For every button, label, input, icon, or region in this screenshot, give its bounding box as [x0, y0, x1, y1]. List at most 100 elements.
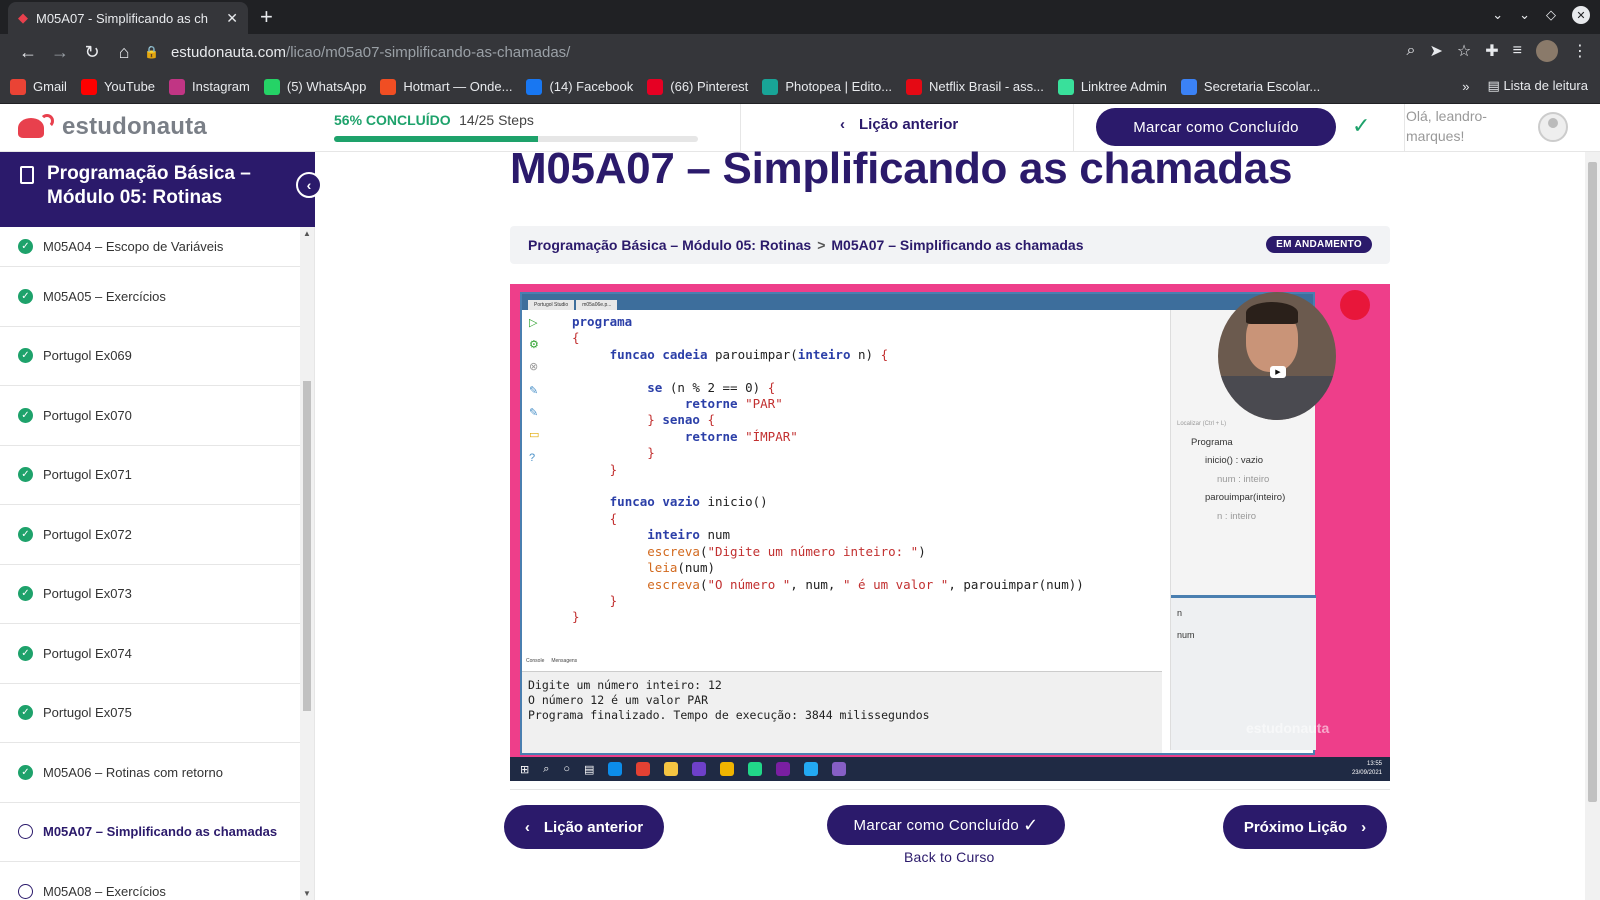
- header-mark-complete-button[interactable]: Marcar como Concluído: [1096, 108, 1336, 146]
- bookmark-star-icon[interactable]: ☆: [1457, 41, 1471, 61]
- profile-avatar[interactable]: [1536, 40, 1558, 62]
- lesson-video[interactable]: Portugol Studio m05a06e.p... ▷ ⚙ ⊗ ✎ ✎ ▭…: [510, 284, 1390, 781]
- sidebar-lesson-item[interactable]: ✓ Portugol Ex069: [0, 327, 300, 386]
- sidebar-lesson-item[interactable]: ✓ Portugol Ex073: [0, 565, 300, 624]
- sidebar-lesson-item[interactable]: ✓ Portugol Ex075: [0, 684, 300, 743]
- mark-complete-label: Marcar como Concluído: [853, 816, 1020, 834]
- sidebar-scroll-thumb[interactable]: [303, 381, 311, 711]
- run-icon: ▷: [529, 317, 538, 329]
- close-window-icon[interactable]: ✕: [1572, 6, 1590, 24]
- back-arrow-icon[interactable]: ←: [12, 42, 44, 63]
- extensions-icon[interactable]: ✚: [1485, 41, 1498, 61]
- progress-bar: [334, 136, 698, 142]
- user-greeting: Olá, leandro-marques!: [1406, 108, 1487, 144]
- user-avatar[interactable]: [1538, 112, 1568, 142]
- bookmark-item[interactable]: (14) Facebook: [526, 78, 633, 95]
- sidebar-scrollbar[interactable]: ▲ ▼: [300, 227, 314, 900]
- tab-search-icon[interactable]: ⌄: [1492, 7, 1503, 23]
- sidebar-lesson-label: M05A07 – Simplificando as chamadas: [43, 824, 278, 840]
- reload-icon[interactable]: ↻: [76, 42, 108, 63]
- page-scroll-thumb[interactable]: [1588, 162, 1597, 802]
- mark-complete-button[interactable]: Marcar como Concluído ✓: [827, 805, 1065, 845]
- chevron-right-icon: ›: [1361, 818, 1367, 836]
- bookmark-item[interactable]: Linktree Admin: [1057, 78, 1167, 95]
- bookmark-item[interactable]: (66) Pinterest: [647, 78, 749, 95]
- bookmark-favicon-icon: [380, 78, 397, 95]
- vscode-icon: [804, 762, 819, 776]
- breadcrumb-lesson: M05A07 – Simplificando as chamadas: [831, 237, 1084, 253]
- browser-tab[interactable]: ◆ M05A07 - Simplificando as ch ✕: [8, 2, 248, 34]
- bookmark-item[interactable]: (5) WhatsApp: [263, 78, 366, 95]
- breadcrumb-separator: >: [817, 237, 826, 253]
- sidebar-lesson-item[interactable]: M05A08 – Exercícios: [0, 862, 300, 900]
- bookmark-favicon-icon: [169, 78, 186, 95]
- console-output: Digite um número inteiro: 12 O número 12…: [522, 671, 1162, 753]
- sidebar-lesson-item[interactable]: ✓ M05A05 – Exercícios: [0, 267, 300, 327]
- minimize-icon[interactable]: ⌄: [1519, 7, 1530, 23]
- var-num: num: [1177, 630, 1195, 640]
- sidebar-lesson-item[interactable]: ✓ Portugol Ex071: [0, 446, 300, 505]
- home-icon[interactable]: ⌂: [108, 42, 140, 63]
- logo-mark-icon: [18, 112, 62, 142]
- sidebar-lesson-item[interactable]: M05A07 – Simplificando as chamadas: [0, 803, 300, 862]
- sidebar-lesson-item[interactable]: ✓ Portugol Ex072: [0, 505, 300, 565]
- sidebar-lesson-label: M05A05 – Exercícios: [43, 288, 166, 304]
- bookmark-item[interactable]: Secretaria Escolar...: [1180, 78, 1320, 95]
- sidebar-lesson-item[interactable]: ✓ Portugol Ex074: [0, 624, 300, 684]
- completed-check-icon: ✓: [18, 586, 33, 602]
- completed-check-icon: ✓: [18, 526, 33, 542]
- bookmark-item[interactable]: Photopea | Edito...: [762, 78, 892, 95]
- media-icon[interactable]: ≡: [1513, 42, 1522, 60]
- zoom-icon[interactable]: ⌕: [1407, 42, 1416, 60]
- edge-icon: [608, 762, 623, 776]
- tree-program: Programa: [1191, 436, 1233, 448]
- bookmark-label: (66) Pinterest: [670, 79, 749, 94]
- explorer-icon: [664, 762, 679, 776]
- scroll-up-icon[interactable]: ▲: [303, 229, 311, 238]
- url-path: /licao/m05a07-simplificando-as-chamadas/: [286, 43, 571, 61]
- sidebar-lesson-label: Portugol Ex069: [43, 348, 132, 364]
- bookmark-favicon-icon: [263, 78, 280, 95]
- restore-icon[interactable]: ◇: [1546, 7, 1556, 23]
- page-scrollbar[interactable]: [1585, 152, 1600, 900]
- incomplete-circle-icon: [18, 883, 33, 899]
- breadcrumb-course[interactable]: Programação Básica – Módulo 05: Rotinas: [528, 237, 811, 253]
- scroll-down-icon[interactable]: ▼: [303, 889, 311, 898]
- more-bookmarks-icon[interactable]: »: [1462, 79, 1469, 94]
- bookmark-favicon-icon: [762, 78, 779, 95]
- address-bar[interactable]: 🔒 estudonauta.com/licao/m05a07-simplific…: [144, 38, 1374, 66]
- sidebar-lesson-item[interactable]: ✓ Portugol Ex070: [0, 386, 300, 446]
- bookmark-item[interactable]: Gmail: [10, 78, 67, 95]
- ide-screenshot: Portugol Studio m05a06e.p... ▷ ⚙ ⊗ ✎ ✎ ▭…: [520, 292, 1316, 755]
- bookmarks-right: » ▤ Lista de leitura: [1462, 78, 1588, 94]
- bookmark-label: Netflix Brasil - ass...: [929, 79, 1044, 94]
- bookmark-item[interactable]: YouTube: [80, 78, 155, 95]
- menu-icon[interactable]: ⋮: [1572, 41, 1588, 61]
- youtube-icon: ▶: [1270, 366, 1286, 378]
- estudonauta-logo[interactable]: estudonauta: [18, 112, 207, 142]
- bookmark-item[interactable]: Netflix Brasil - ass...: [906, 78, 1044, 95]
- sidebar-lesson-item[interactable]: ✓ M05A04 – Escopo de Variáveis: [0, 227, 300, 267]
- close-tab-icon[interactable]: ✕: [226, 10, 238, 27]
- completed-check-icon: ✓: [18, 407, 33, 423]
- help-icon: ?: [529, 452, 536, 464]
- send-icon[interactable]: ➤: [1430, 41, 1443, 61]
- incomplete-circle-icon: [18, 824, 33, 840]
- reading-list-label: Lista de leitura: [1503, 78, 1588, 93]
- instructor-webcam: ▶: [1218, 292, 1336, 420]
- back-to-course-link[interactable]: Back to Curso: [904, 849, 995, 865]
- new-tab-icon[interactable]: +: [260, 4, 273, 30]
- debug-icon: ⚙: [529, 339, 539, 351]
- next-lesson-button[interactable]: Próximo Lição ›: [1223, 805, 1387, 849]
- reading-list-button[interactable]: ▤ Lista de leitura: [1488, 78, 1588, 94]
- forward-arrow-icon[interactable]: →: [44, 42, 76, 63]
- bookmarks-bar: Gmail YouTube Instagram (5) WhatsApp Hotmart…: [0, 70, 1600, 104]
- prev-lesson-button[interactable]: ‹ Lição anterior: [504, 805, 664, 849]
- sidebar-lesson-label: Portugol Ex070: [43, 407, 132, 423]
- header-prev-lesson-button[interactable]: ‹ Lição anterior: [840, 116, 958, 133]
- bookmark-item[interactable]: Instagram: [169, 78, 250, 95]
- prev-lesson-label: Lição anterior: [543, 818, 644, 836]
- bookmark-item[interactable]: Hotmart — Onde...: [380, 78, 512, 95]
- ide-tab-portugol: Portugol Studio: [528, 300, 575, 310]
- sidebar-lesson-item[interactable]: ✓ M05A06 – Rotinas com retorno: [0, 743, 300, 803]
